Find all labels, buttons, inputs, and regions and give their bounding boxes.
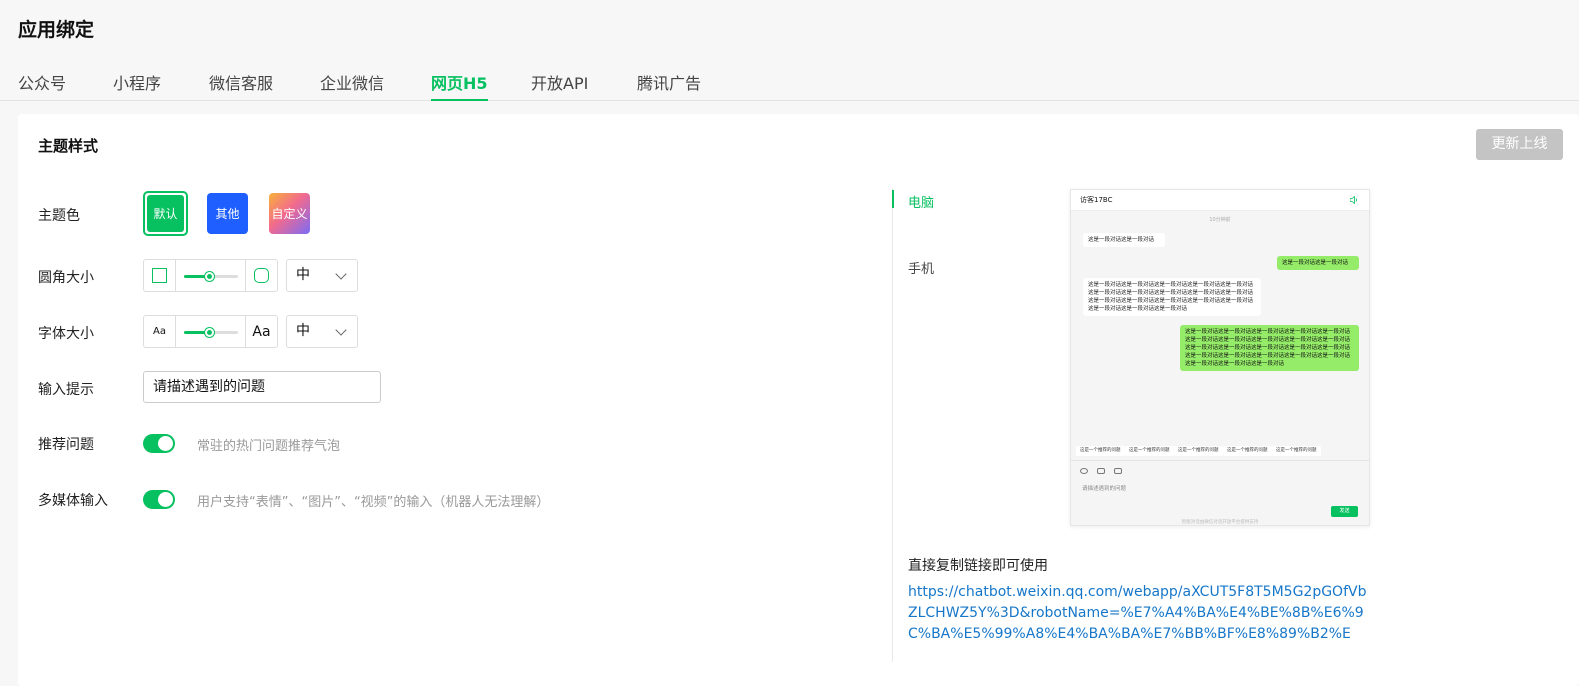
multimedia-label: 多媒体输入 [38, 493, 108, 509]
corner-radius-track[interactable] [184, 272, 238, 281]
preview-title: 访客17BC [1080, 196, 1113, 204]
font-size-select[interactable]: 中 [286, 315, 358, 348]
font-size-knob[interactable] [205, 328, 214, 337]
speaker-icon[interactable] [1350, 196, 1359, 204]
font-large-icon[interactable]: Aa [245, 316, 277, 347]
suggested-question[interactable]: 这是一个推荐的问题 [1174, 446, 1223, 456]
tab-web-h5[interactable]: 网页H5 [431, 70, 488, 101]
tab-wechat-service[interactable]: 微信客服 [209, 70, 273, 100]
tab-mini-program[interactable]: 小程序 [113, 70, 161, 100]
theme-settings-card: 主题样式 更新上线 主题色 默认 其他 自定义 圆角大小 中 字体大小 Aa A… [18, 114, 1579, 686]
recommend-label: 推荐问题 [38, 437, 94, 453]
recommend-description: 常驻的热门问题推荐气泡 [197, 439, 341, 454]
theme-color-default-label: 默认 [147, 195, 184, 232]
corner-radius-select[interactable]: 中 [286, 259, 358, 292]
suggested-question[interactable]: 这是一个推荐的问题 [1125, 446, 1174, 456]
font-large-sample: Aa [252, 323, 271, 340]
preview-time: 10分钟前 [1209, 217, 1231, 223]
theme-color-default-option[interactable]: 默认 [143, 191, 188, 236]
font-size-select-value: 中 [296, 323, 310, 339]
tab-bar: 公众号 小程序 微信客服 企业微信 网页H5 开放API 腾讯广告 [0, 60, 1579, 101]
multimedia-toggle[interactable] [143, 490, 175, 509]
theme-color-custom-option[interactable]: 自定义 [269, 193, 310, 234]
suggested-question[interactable]: 这是一个推荐的问题 [1272, 446, 1321, 456]
image-icon[interactable] [1097, 468, 1105, 474]
video-icon[interactable] [1114, 468, 1122, 474]
font-size-slider: Aa Aa [143, 315, 278, 348]
input-hint-field[interactable]: 请描述遇到的问题 [143, 371, 381, 403]
tab-tencent-ads[interactable]: 腾讯广告 [637, 70, 701, 100]
corner-radius-select-value: 中 [296, 267, 310, 283]
suggested-question[interactable]: 这是一个推荐的问题 [1076, 446, 1125, 456]
vertical-divider [892, 188, 893, 662]
device-tab-mobile[interactable]: 手机 [908, 258, 934, 277]
device-tab-indicator [892, 190, 894, 208]
chevron-down-icon [335, 268, 347, 280]
preview-footnote: 智能对话由微信对话开放平台提供支持 [1181, 520, 1259, 525]
publish-button[interactable]: 更新上线 [1476, 129, 1563, 160]
square-corner-icon[interactable] [144, 260, 176, 291]
message-bubble: 这是一段对话这是一段对话这是一段对话这是一段对话这是一段对话这是一段对话这是一段… [1083, 278, 1261, 316]
preview-input-placeholder[interactable]: 请描述遇到的问题 [1082, 484, 1126, 492]
message-bubble: 这是一段对话这是一段对话 [1083, 233, 1165, 247]
font-size-track[interactable] [184, 328, 238, 337]
suggested-question[interactable]: 这是一个推荐的问题 [1223, 446, 1272, 456]
input-hint-label: 输入提示 [38, 382, 94, 398]
corner-radius-label: 圆角大小 [38, 270, 94, 286]
chevron-down-icon [335, 324, 347, 336]
font-small-icon[interactable]: Aa [144, 316, 176, 347]
preview-header: 访客17BC [1071, 190, 1369, 211]
theme-color-other-label: 其他 [215, 207, 240, 221]
chat-preview: 访客17BC 10分钟前 这是一段对话这是一段对话 这是一段对话这是一段对话 这… [1070, 189, 1370, 526]
recommend-toggle[interactable] [143, 434, 175, 453]
section-title: 主题样式 [38, 137, 99, 155]
rounded-corner-icon[interactable] [245, 260, 277, 291]
page-title: 应用绑定 [18, 19, 95, 41]
message-bubble: 这是一段对话这是一段对话 [1277, 256, 1359, 270]
multimedia-description: 用户支持“表情”、“图片”、“视频”的输入（机器人无法理解） [197, 495, 550, 510]
theme-color-custom-label: 自定义 [271, 207, 308, 221]
share-link[interactable]: https://chatbot.weixin.qq.com/webapp/aXC… [908, 582, 1370, 642]
device-tab-desktop[interactable]: 电脑 [908, 192, 934, 211]
preview-input-area: 请描述遇到的问题 发送 智能对话由微信对话开放平台提供支持 [1071, 460, 1369, 525]
tab-wecom[interactable]: 企业微信 [320, 70, 384, 100]
tab-open-api[interactable]: 开放API [531, 70, 588, 100]
theme-color-other-option[interactable]: 其他 [207, 193, 248, 234]
tab-official-account[interactable]: 公众号 [18, 70, 66, 100]
font-small-sample: Aa [153, 326, 166, 337]
link-title: 直接复制链接即可使用 [908, 558, 1048, 574]
theme-color-label: 主题色 [38, 208, 80, 224]
preview-send-button[interactable]: 发送 [1331, 506, 1358, 517]
corner-radius-slider [143, 259, 278, 292]
message-bubble: 这是一段对话这是一段对话这是一段对话这是一段对话这是一段对话这是一段对话这是一段… [1180, 325, 1359, 371]
emoji-icon[interactable] [1080, 468, 1088, 474]
font-size-label: 字体大小 [38, 326, 94, 342]
corner-radius-knob[interactable] [205, 272, 214, 281]
